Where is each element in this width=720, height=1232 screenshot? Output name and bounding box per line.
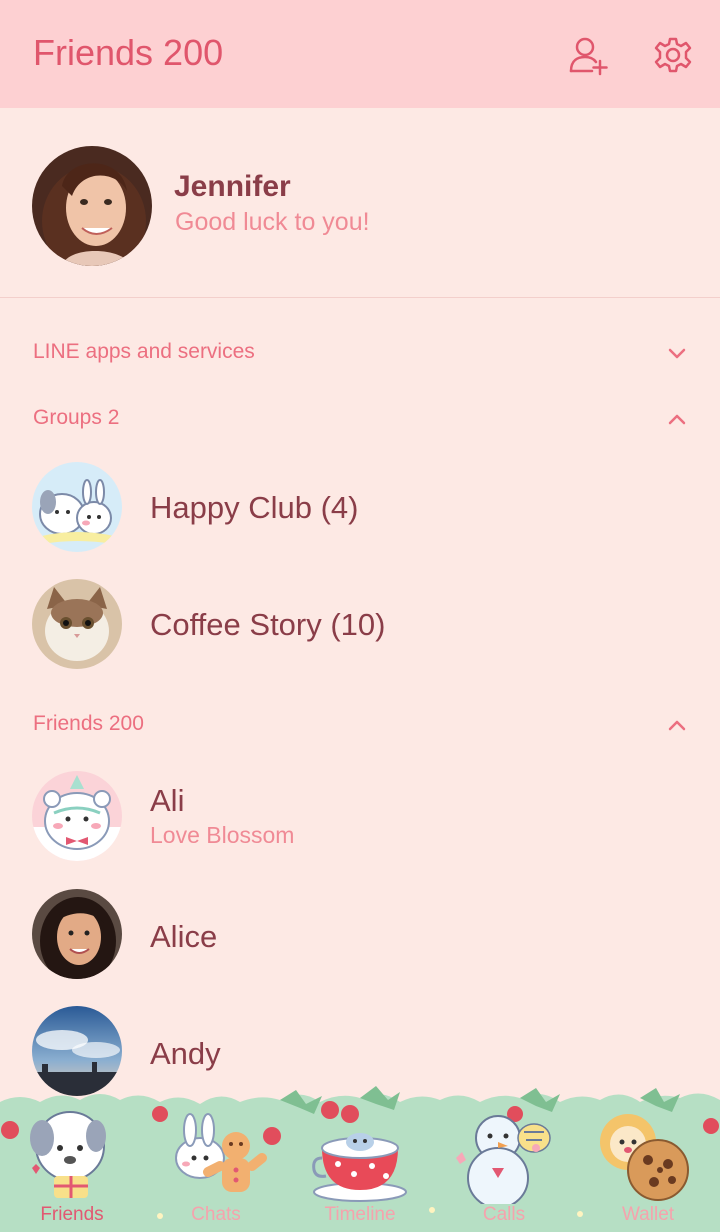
teacup-icon [312,1133,407,1202]
group-name: Happy Club (4) [150,490,359,525]
friend-row[interactable]: Alice [0,889,720,1001]
chevron-down-icon [668,348,686,359]
group-avatar [32,462,122,552]
page-title: Friends 200 [33,32,224,73]
section-label: LINE apps and services [33,340,255,363]
chevron-up-icon [668,414,686,425]
profile-status-message: Good luck to you! [175,208,370,236]
friend-name: Andy [150,1036,221,1071]
bottom-tab-bar: Friends Chats Timeline Calls Wallet [0,1084,720,1232]
tab-calls[interactable]: Calls [432,1084,576,1232]
friend-avatar [32,889,122,979]
tab-timeline[interactable]: Timeline [288,1084,432,1232]
my-profile[interactable]: Jennifer Good luck to you! [0,108,720,298]
profile-avatar[interactable] [32,146,152,266]
add-friend-icon [569,37,608,76]
group-avatar [32,579,122,669]
friend-row[interactable]: Ali Love Blossom [0,771,720,883]
friend-avatar [32,771,122,861]
bunny-gingerbread-icon [175,1113,267,1192]
group-name: Coffee Story (10) [150,607,386,642]
friend-name: Ali [150,783,185,818]
chevron-up-icon [668,720,686,731]
tab-label: Calls [482,1204,526,1225]
tab-friends[interactable]: Friends [0,1084,144,1232]
gear-icon [654,37,692,73]
lion-cookie-icon [600,1114,689,1201]
section-groups[interactable]: Groups 2 [0,388,720,448]
friend-status-message: Love Blossom [150,822,295,848]
add-friend-button[interactable] [568,34,610,76]
friend-avatar [32,1006,122,1096]
tab-label: Wallet [621,1204,675,1225]
header-bar: Friends 200 [0,0,720,108]
section-label: Friends 200 [33,712,144,735]
tab-chats[interactable]: Chats [144,1084,288,1232]
profile-name: Jennifer [174,170,291,203]
section-friends[interactable]: Friends 200 [0,694,720,754]
section-label: Groups 2 [33,406,120,429]
snowman-icon [456,1115,551,1204]
tab-wallet[interactable]: Wallet [576,1084,720,1232]
section-line-apps[interactable]: LINE apps and services [0,322,720,382]
friend-name: Alice [150,919,218,954]
tab-label: Friends [40,1204,104,1225]
tab-label: Timeline [324,1204,396,1225]
dog-character-icon [30,1111,106,1198]
group-row[interactable]: Happy Club (4) [0,462,720,574]
tab-label: Chats [191,1204,241,1225]
settings-button[interactable] [652,34,694,76]
group-row[interactable]: Coffee Story (10) [0,579,720,691]
